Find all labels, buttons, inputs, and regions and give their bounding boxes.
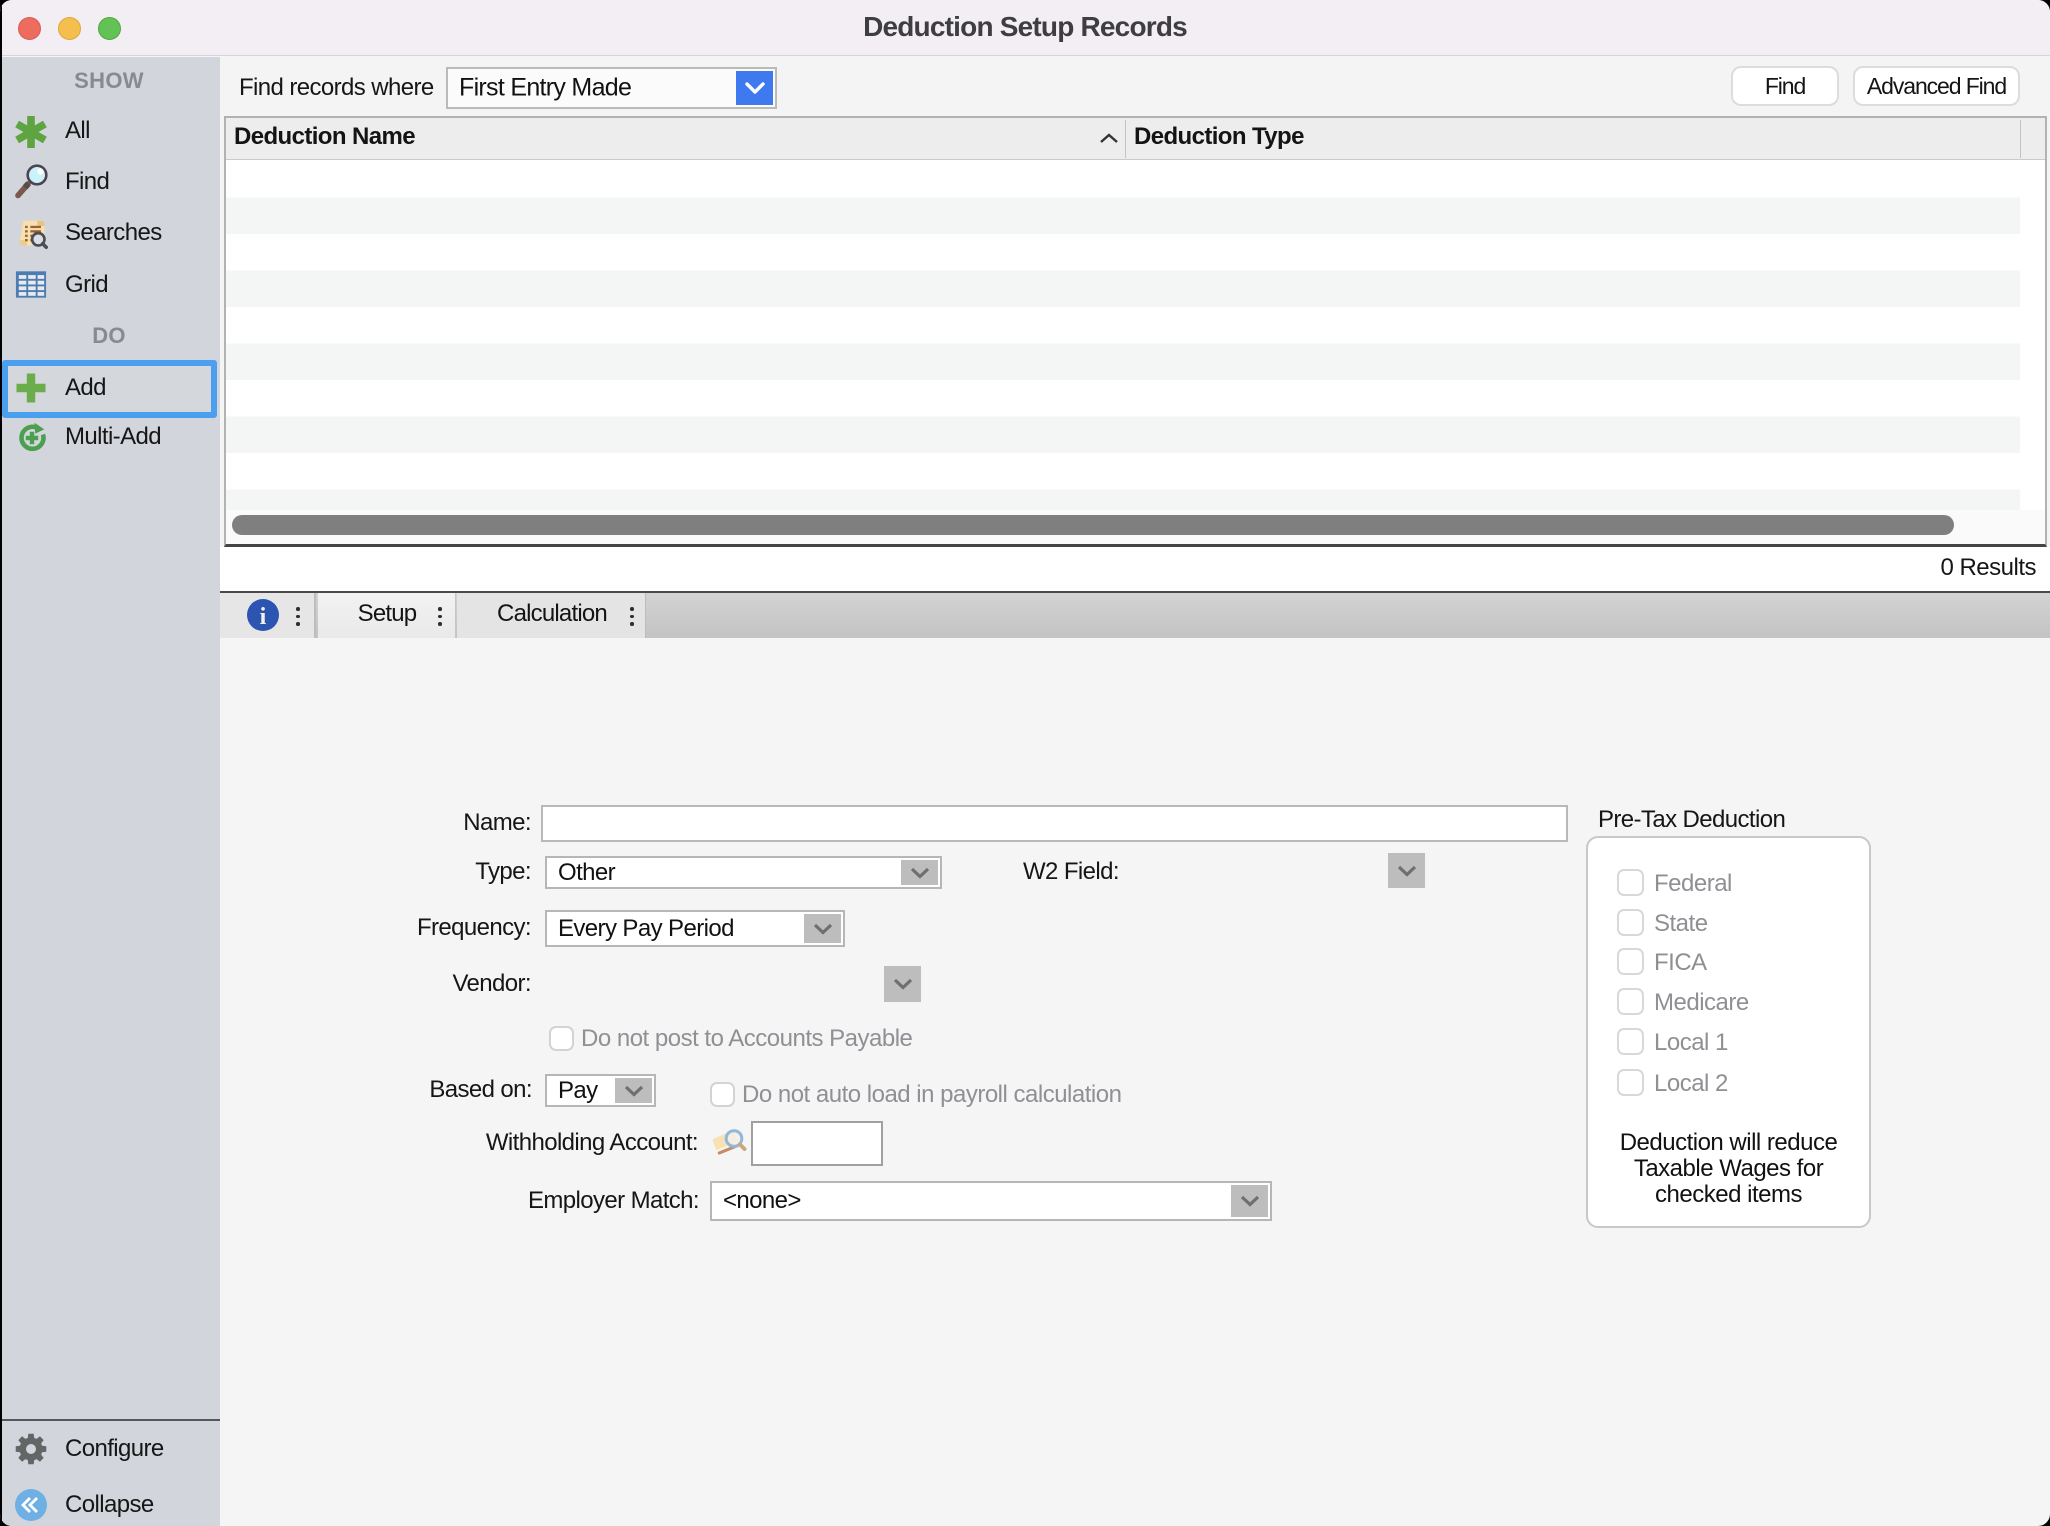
svg-text:i: i <box>260 604 267 630</box>
